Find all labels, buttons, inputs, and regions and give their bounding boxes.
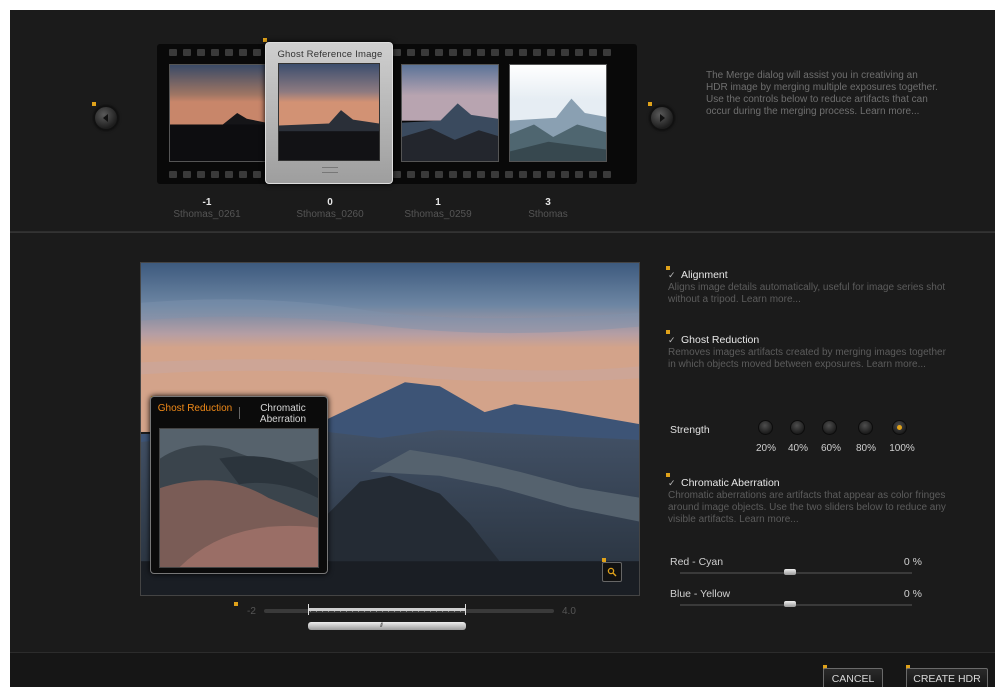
strength-80-radio[interactable]: [858, 420, 873, 435]
thumbnail-frame-ev-3[interactable]: [509, 64, 607, 162]
strength-40-radio[interactable]: [790, 420, 805, 435]
thumbnail-label: 0 Sthomas_0260: [280, 197, 380, 220]
chromatic-aberration-title: Chromatic Aberration: [681, 477, 780, 489]
thumbnail-filename: Sthomas: [528, 209, 568, 220]
reference-thumbnail-image: [279, 64, 379, 160]
ghost-reference-holder[interactable]: Ghost Reference Image: [265, 42, 393, 184]
accent-marker: [234, 602, 238, 606]
ev-value: 3: [545, 197, 551, 208]
thumbnail-filename: Sthomas_0261: [173, 209, 241, 220]
thumbnail-label: -1 Sthomas_0261: [157, 197, 257, 220]
exposure-thumbnail-image: [170, 65, 266, 161]
tab-chromatic-aberration[interactable]: Chromatic Aberration: [241, 400, 325, 426]
chromatic-aberration-checkbox[interactable]: ✓: [668, 478, 677, 489]
strength-level-label: 40%: [787, 443, 808, 454]
detail-loupe[interactable]: Ghost Reduction Chromatic Aberration: [150, 396, 328, 574]
strength-label: Strength: [670, 424, 710, 436]
chevron-right-icon: [660, 114, 665, 122]
sprocket-row: [169, 49, 625, 57]
hdr-merge-dialog: Ghost Reference Image -1 Sthomas_0261 0 …: [10, 10, 995, 687]
tab-separator: [239, 407, 240, 419]
drag-grip-icon: [322, 167, 338, 173]
ev-range-scrollbar-thumb[interactable]: ///: [308, 622, 466, 630]
ghost-reduction-description: Removes images artifacts created by merg…: [668, 347, 946, 370]
alignment-option: ✓ Alignment Aligns image details automat…: [668, 269, 948, 306]
accent-marker: [648, 102, 652, 106]
alignment-description: Aligns image details automatically, usef…: [668, 282, 946, 305]
ghost-reduction-checkbox[interactable]: ✓: [668, 335, 677, 346]
ev-value: 1: [435, 197, 441, 208]
chevron-left-icon: [103, 114, 108, 122]
ghost-reference-title: Ghost Reference Image: [277, 49, 383, 60]
chromatic-aberration-description: Chromatic aberrations are artifacts that…: [668, 490, 946, 525]
thumbnail-frame-ev-1[interactable]: [401, 64, 499, 162]
chromatic-aberration-option: ✓ Chromatic Aberration Chromatic aberrat…: [668, 477, 948, 526]
previous-button[interactable]: [94, 106, 118, 130]
next-button[interactable]: [650, 106, 674, 130]
thumbnail-filename: Sthomas_0259: [404, 209, 472, 220]
loupe-zoomed-view: [159, 428, 319, 568]
ghost-reduction-title: Ghost Reduction: [681, 334, 760, 346]
zoomed-crater-image: [160, 429, 318, 567]
strength-20-radio[interactable]: [758, 420, 773, 435]
ev-value: 0: [327, 197, 333, 208]
thumbnail-label: 3 Sthomas: [498, 197, 598, 220]
blue-yellow-track[interactable]: [680, 604, 912, 606]
red-cyan-label: Red - Cyan: [670, 556, 724, 568]
red-cyan-value: 0 %: [903, 556, 922, 568]
cancel-button[interactable]: CANCEL: [823, 668, 883, 687]
thumbnail-label: 1 Sthomas_0259: [388, 197, 488, 220]
ev-range-selection[interactable]: [308, 604, 466, 615]
red-cyan-slider-thumb[interactable]: [784, 569, 796, 575]
alignment-checkbox[interactable]: ✓: [668, 270, 677, 281]
zoom-button[interactable]: [602, 562, 622, 582]
ev-range-min-label: -2: [247, 606, 256, 617]
ev-range-max-label: 4.0: [562, 606, 576, 617]
exposure-thumbnail-image: [510, 65, 606, 161]
strength-60-radio[interactable]: [822, 420, 837, 435]
thumbnail-filename: Sthomas_0260: [296, 209, 364, 220]
blue-yellow-value: 0 %: [903, 588, 922, 600]
reference-thumbnail-frame: [278, 63, 380, 161]
thumbnail-frame-ev-minus1[interactable]: [169, 64, 267, 162]
sprocket-row: [169, 171, 625, 179]
blue-yellow-label: Blue - Yellow: [670, 588, 731, 600]
magnifier-icon: [607, 567, 617, 577]
ghost-reduction-option: ✓ Ghost Reduction Removes images artifac…: [668, 334, 948, 371]
ev-value: -1: [202, 197, 212, 208]
tab-ghost-reduction[interactable]: Ghost Reduction: [153, 400, 237, 426]
section-divider: [10, 232, 995, 233]
merge-help-text: The Merge dialog will assist you in crea…: [706, 70, 938, 117]
strength-level-label: 100%: [889, 443, 915, 454]
strength-100-radio[interactable]: [892, 420, 907, 435]
exposure-thumbnail-image: [402, 65, 498, 161]
strength-level-label: 80%: [855, 443, 876, 454]
create-hdr-button[interactable]: CREATE HDR: [906, 668, 988, 687]
accent-marker: [92, 102, 96, 106]
red-cyan-track[interactable]: [680, 572, 912, 574]
blue-yellow-slider-thumb[interactable]: [784, 601, 796, 607]
filmstrip: [157, 44, 637, 184]
strength-level-label: 20%: [755, 443, 776, 454]
alignment-title: Alignment: [681, 269, 728, 281]
strength-level-label: 60%: [820, 443, 841, 454]
exposure-strip-panel: Ghost Reference Image -1 Sthomas_0261 0 …: [10, 10, 995, 232]
